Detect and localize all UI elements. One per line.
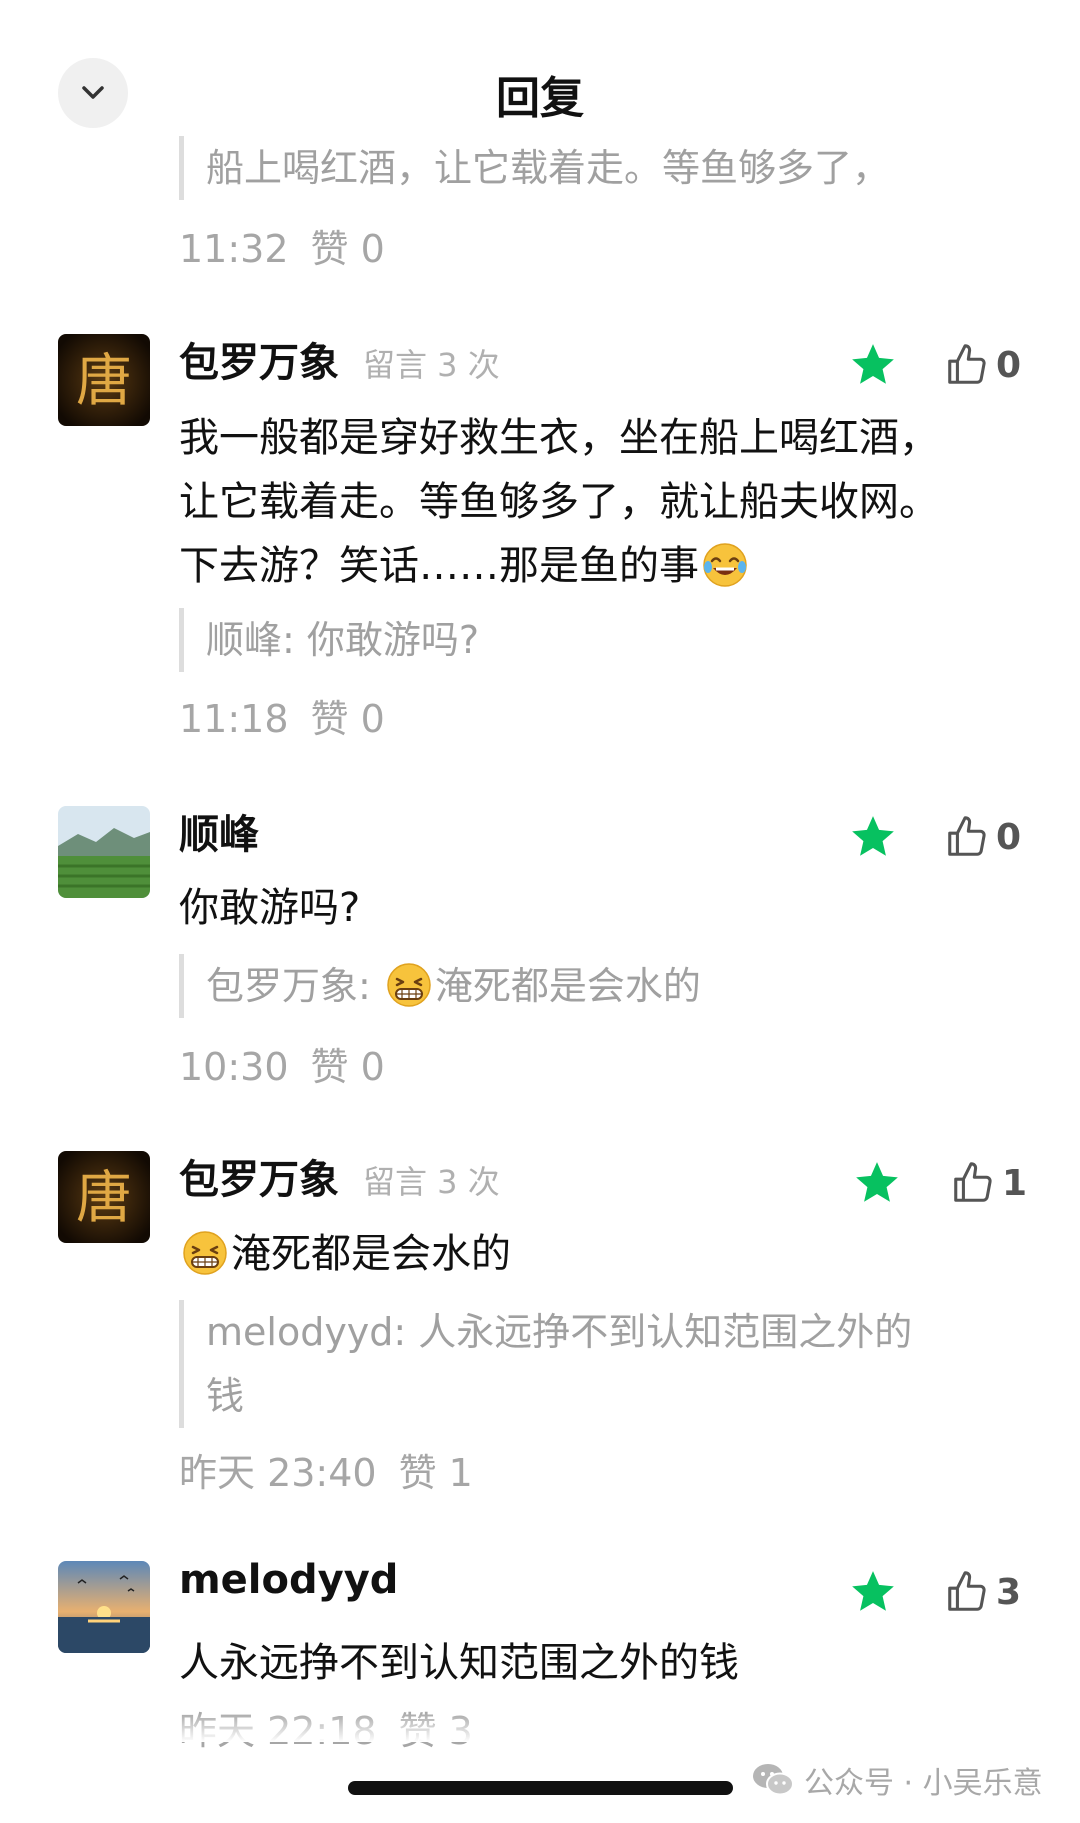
comment-text: 人永远挣不到认知范围之外的钱 (179, 1631, 999, 1695)
star-icon (852, 816, 894, 856)
likes-text: 赞 0 (310, 227, 385, 271)
comment-time: 11:32 (179, 227, 289, 271)
home-indicator[interactable] (348, 1781, 733, 1795)
author-name: 顺峰 (179, 812, 259, 858)
featured-star-button[interactable] (848, 1567, 898, 1617)
likes-text: 赞 0 (310, 697, 385, 741)
thumbs-up-icon (948, 816, 986, 856)
comment-author[interactable]: 顺峰 (179, 802, 259, 860)
quoted-reply: 船上喝红酒，让它载着走。等鱼够多了， (179, 136, 890, 200)
landscape-avatar (58, 806, 150, 898)
replies-sheet: 回复 船上喝红酒，让它载着走。等鱼够多了， 11:32 赞 0 唐 包罗万象 留言 … (0, 0, 1080, 1823)
comment-line-text: 淹死都是会水的 (231, 1231, 511, 1277)
comment-line: 下去游？笑话……那是鱼的事 (179, 534, 999, 598)
star-icon (852, 344, 894, 384)
thumbs-up-icon (954, 1162, 992, 1202)
watermark: 公众号 · 小吴乐意 (752, 1758, 1043, 1802)
like-count: 0 (996, 816, 1022, 858)
svg-text:唐: 唐 (76, 1166, 132, 1231)
quoted-reply-prefix: 包罗万象: (206, 964, 383, 1008)
quoted-reply-text: 顺峰: 你敢游吗? (206, 618, 480, 662)
quoted-reply-line: 钱 (206, 1374, 245, 1418)
thumbs-up-icon (948, 1571, 986, 1611)
sunset-avatar (58, 1561, 150, 1653)
comment-text: 你敢游吗? (179, 876, 999, 940)
featured-star-button[interactable] (852, 1158, 902, 1208)
like-button[interactable]: 3 (944, 1567, 1021, 1617)
author-badge: 留言 3 次 (363, 346, 500, 384)
comment-text: 淹死都是会水的 (179, 1222, 999, 1286)
star-icon (856, 1162, 898, 1202)
grinning-emoji (387, 963, 431, 1007)
author-name: melodyyd (179, 1557, 399, 1603)
like-button[interactable]: 0 (944, 812, 1021, 862)
avatar[interactable]: 唐 (58, 334, 150, 426)
quoted-reply: 顺峰: 你敢游吗? (179, 608, 479, 672)
watermark-text: 公众号 · 小吴乐意 (804, 1766, 1043, 1801)
author-badge: 留言 3 次 (363, 1163, 500, 1201)
likes-text: 赞 1 (398, 1451, 473, 1495)
wechat-icon (753, 1764, 794, 1796)
comment-line: 淹死都是会水的 (179, 1222, 999, 1286)
comment-time: 10:30 (179, 1045, 289, 1089)
comment-meta: 10:30 赞 0 (179, 1036, 385, 1091)
comment-meta: 11:18 赞 0 (179, 688, 385, 743)
like-button[interactable]: 1 (950, 1158, 1027, 1208)
comment-time: 11:18 (179, 697, 289, 741)
sheet-header: 回复 (0, 0, 1080, 150)
featured-star-button[interactable] (848, 812, 898, 862)
like-count: 3 (996, 1571, 1022, 1613)
quoted-reply-text: 船上喝红酒，让它载着走。等鱼够多了， (206, 146, 891, 190)
svg-text:唐: 唐 (76, 349, 132, 414)
featured-star-button[interactable] (848, 340, 898, 390)
comment-line: 人永远挣不到认知范围之外的钱 (179, 1640, 739, 1686)
star-icon (852, 1571, 894, 1611)
comment-author[interactable]: melodyyd (179, 1557, 398, 1603)
quoted-reply: melodyyd: 人永远挣不到认知范围之外的 钱 (179, 1300, 1006, 1428)
avatar[interactable]: 唐 (58, 1151, 150, 1243)
page-title: 回复 (496, 73, 584, 124)
author-name: 包罗万象 (179, 340, 339, 386)
like-count: 1 (1002, 1162, 1028, 1204)
comment-line: 你敢游吗? (179, 885, 361, 931)
laughing-tears-emoji (703, 543, 747, 587)
author-name: 包罗万象 (179, 1157, 339, 1203)
comment-line-text: 下去游？笑话……那是鱼的事 (179, 543, 699, 589)
comment-author[interactable]: 包罗万象 留言 3 次 (179, 330, 500, 388)
likes-text: 赞 0 (310, 1045, 385, 1089)
scroll-fade (0, 1712, 1080, 1742)
thumbs-up-icon (948, 344, 986, 384)
tang-character-avatar: 唐 (58, 1151, 150, 1243)
comment-author[interactable]: 包罗万象 留言 3 次 (179, 1147, 500, 1205)
like-button[interactable]: 0 (944, 340, 1021, 390)
quoted-reply: 包罗万象: 淹死都是会水的 (179, 954, 701, 1018)
comment-line: 让它载着走。等鱼够多了，就让船夫收网。 (179, 479, 939, 525)
quoted-reply-line: melodyyd: 人永远挣不到认知范围之外的 (206, 1310, 913, 1354)
comment-line: 我一般都是穿好救生衣，坐在船上喝红酒， (179, 415, 939, 461)
comment-meta: 11:32 赞 0 (179, 218, 385, 273)
grinning-emoji (183, 1231, 227, 1275)
like-count: 0 (996, 344, 1022, 386)
comment-time: 昨天 23:40 (179, 1451, 377, 1495)
quoted-reply-text: 淹死都是会水的 (434, 964, 701, 1008)
avatar[interactable] (58, 1561, 150, 1653)
tang-character-avatar: 唐 (58, 334, 150, 426)
avatar[interactable] (58, 806, 150, 898)
comment-text: 我一般都是穿好救生衣，坐在船上喝红酒， 让它载着走。等鱼够多了，就让船夫收网。 … (179, 406, 999, 598)
comment-meta: 昨天 23:40 赞 1 (179, 1442, 473, 1497)
